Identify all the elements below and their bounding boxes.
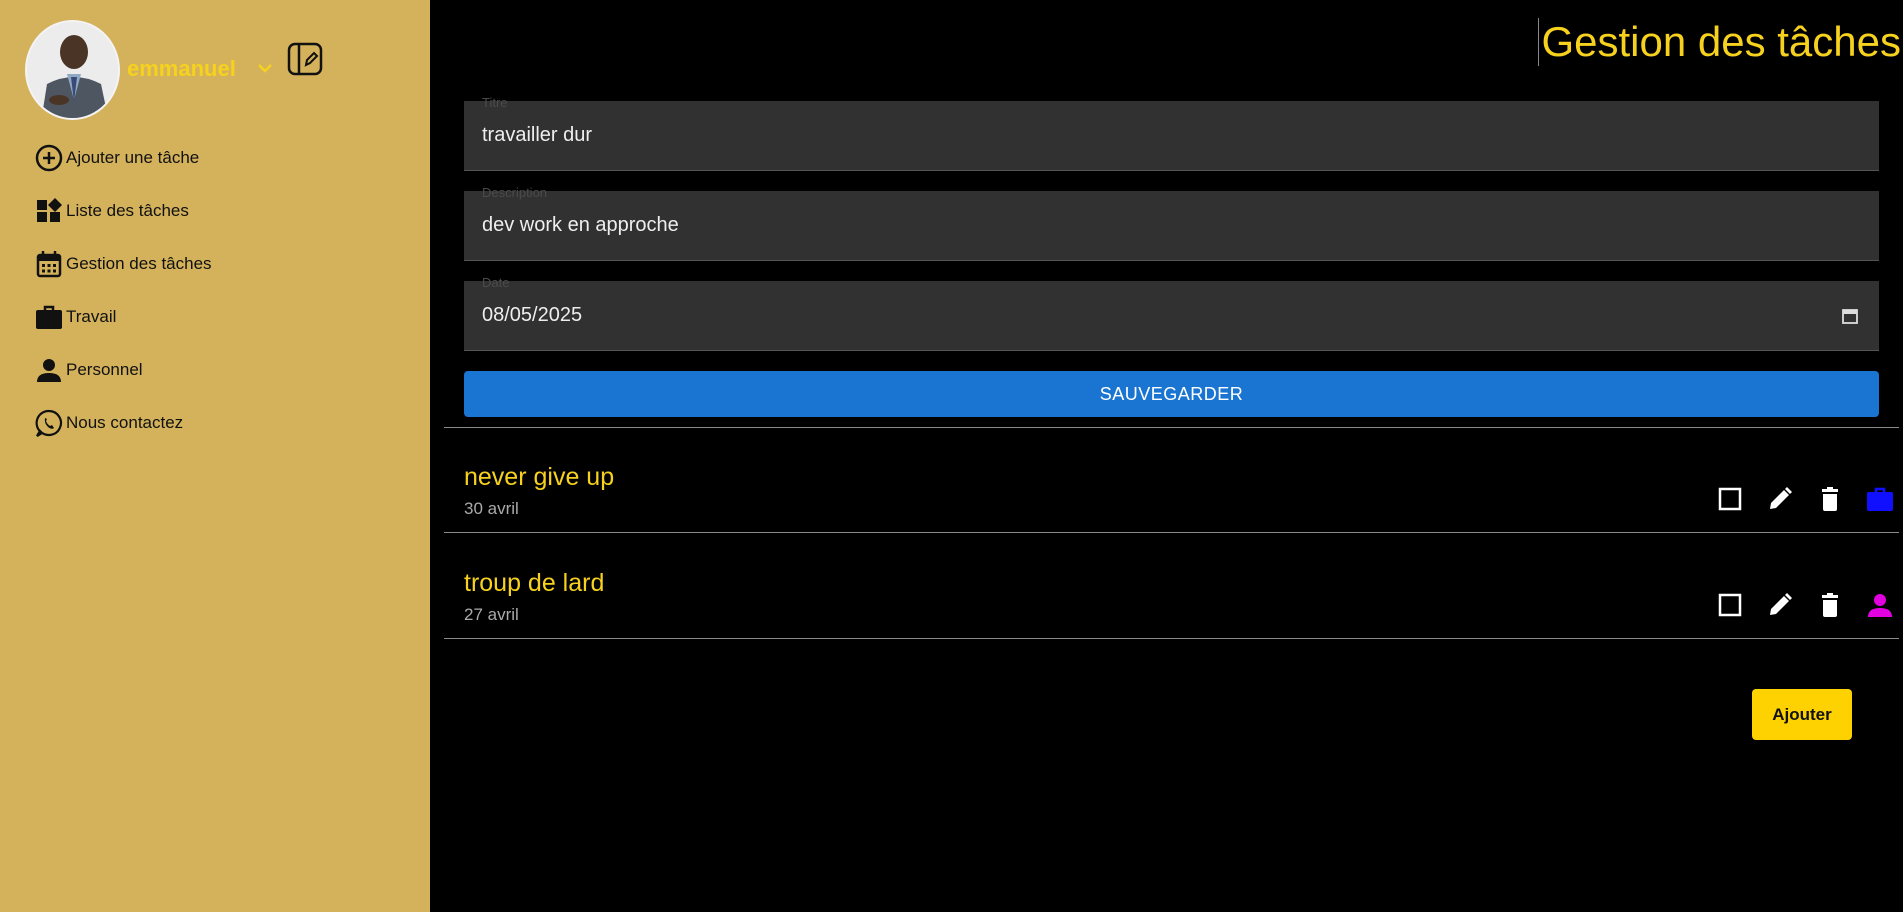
- edit-button[interactable]: [1766, 591, 1794, 619]
- divider: [444, 532, 1899, 533]
- date-field-label: Date: [482, 275, 510, 290]
- task-actions: [1694, 591, 1894, 619]
- pencil-icon: [1770, 487, 1792, 509]
- briefcase-icon: [1867, 487, 1893, 511]
- avatar-image: [27, 22, 118, 118]
- sidebar-item-work[interactable]: Travail: [35, 299, 395, 335]
- main-content: Gestion des tâches Titre Description Dat…: [430, 0, 1903, 912]
- divider: [444, 427, 1899, 428]
- delete-button[interactable]: [1816, 485, 1844, 513]
- person-icon: [37, 359, 61, 382]
- sidebar-item-label: Nous contactez: [66, 413, 184, 432]
- title-input[interactable]: [482, 124, 1782, 147]
- checkbox-blank-icon: [1718, 487, 1742, 511]
- whatsapp-icon: [35, 409, 63, 437]
- task-title: troup de lard: [464, 569, 605, 597]
- divider: [444, 638, 1899, 639]
- task-date: 27 avril: [464, 605, 519, 624]
- task-title: never give up: [464, 463, 615, 491]
- sidebar-item-label: Liste des tâches: [66, 201, 189, 220]
- page-title: Gestion des tâches: [1538, 18, 1901, 66]
- edit-note-icon[interactable]: [287, 42, 323, 76]
- sidebar-item-task-management[interactable]: Gestion des tâches: [35, 246, 395, 282]
- description-field-label: Description: [482, 185, 548, 200]
- sidebar-nav: Ajouter une tâche Liste des tâches Gesti…: [35, 140, 395, 458]
- calendar-icon: [36, 251, 62, 278]
- briefcase-icon: [36, 305, 62, 329]
- profile: [25, 20, 120, 120]
- chevron-down-icon[interactable]: [255, 58, 275, 78]
- sidebar: emmanuel Ajouter une tâche Liste des tâc…: [0, 0, 430, 912]
- sidebar-item-contact[interactable]: Nous contactez: [35, 405, 395, 441]
- trash-icon: [1822, 593, 1838, 617]
- add-button[interactable]: Ajouter: [1752, 689, 1852, 740]
- sidebar-item-label: Travail: [66, 307, 117, 326]
- task-date: 30 avril: [464, 499, 519, 518]
- edit-button[interactable]: [1766, 485, 1794, 513]
- add-circle-icon: [35, 144, 63, 172]
- description-input[interactable]: [482, 214, 1782, 237]
- trash-icon: [1822, 487, 1838, 511]
- sidebar-item-task-list[interactable]: Liste des tâches: [35, 193, 395, 229]
- sidebar-item-label: Gestion des tâches: [66, 254, 212, 273]
- pencil-icon: [1770, 593, 1792, 615]
- checkbox[interactable]: [1716, 485, 1744, 513]
- delete-button[interactable]: [1816, 591, 1844, 619]
- date-input[interactable]: [482, 304, 1782, 327]
- category-work[interactable]: [1866, 485, 1894, 513]
- sidebar-item-personal[interactable]: Personnel: [35, 352, 395, 388]
- checkbox[interactable]: [1716, 591, 1744, 619]
- person-icon: [1868, 594, 1892, 617]
- sidebar-item-add-task[interactable]: Ajouter une tâche: [35, 140, 395, 176]
- task-actions: [1694, 485, 1894, 513]
- date-field[interactable]: Date: [464, 275, 1879, 351]
- avatar[interactable]: [25, 20, 120, 120]
- app: emmanuel Ajouter une tâche Liste des tâc…: [0, 0, 1903, 912]
- widgets-icon: [37, 198, 62, 222]
- sidebar-item-label: Personnel: [66, 360, 143, 379]
- calendar-picker-icon[interactable]: [1841, 307, 1859, 325]
- checkbox-blank-icon: [1718, 593, 1742, 617]
- sidebar-item-label: Ajouter une tâche: [66, 148, 200, 167]
- title-field-label: Titre: [482, 95, 508, 110]
- save-button[interactable]: SAUVEGARDER: [464, 371, 1879, 417]
- category-personal[interactable]: [1866, 591, 1894, 619]
- description-field[interactable]: Description: [464, 185, 1879, 261]
- title-field[interactable]: Titre: [464, 95, 1879, 171]
- username[interactable]: emmanuel: [127, 56, 236, 82]
